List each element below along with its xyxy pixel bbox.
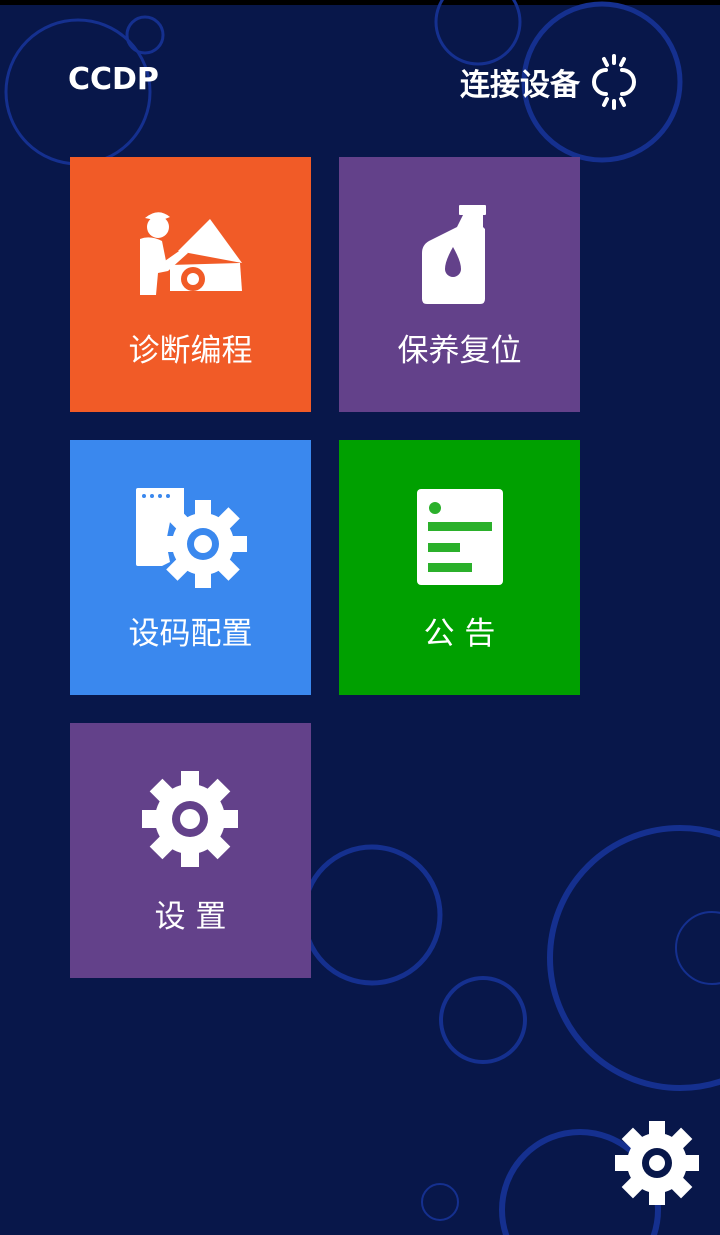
tile-label: 诊断编程 xyxy=(128,333,253,369)
oil-bottle-icon xyxy=(422,205,486,304)
code-gear-icon xyxy=(136,488,247,588)
tile-code-configuration[interactable]: 设码配置 xyxy=(70,440,311,695)
settings-gear-icon[interactable] xyxy=(612,1118,702,1208)
tile-label: 设码配置 xyxy=(128,616,253,652)
notice-document-icon xyxy=(417,489,503,585)
tile-label: 设 置 xyxy=(154,899,227,935)
mechanic-car-icon xyxy=(140,212,242,295)
connect-device-button[interactable]: 连接设备 xyxy=(460,54,646,110)
app-title: CCDP xyxy=(68,62,159,97)
settings-gear-icon xyxy=(142,771,238,867)
tile-diagnosis-programming[interactable]: 诊断编程 xyxy=(70,157,311,412)
connect-device-label: 连接设备 xyxy=(460,68,580,103)
tile-announcements[interactable]: 公 告 xyxy=(339,440,580,695)
tile-label: 公 告 xyxy=(423,616,496,652)
tile-maintenance-reset[interactable]: 保养复位 xyxy=(339,157,580,412)
tile-settings[interactable]: 设 置 xyxy=(70,723,311,978)
tile-label: 保养复位 xyxy=(397,333,522,369)
broken-link-icon xyxy=(592,54,636,110)
